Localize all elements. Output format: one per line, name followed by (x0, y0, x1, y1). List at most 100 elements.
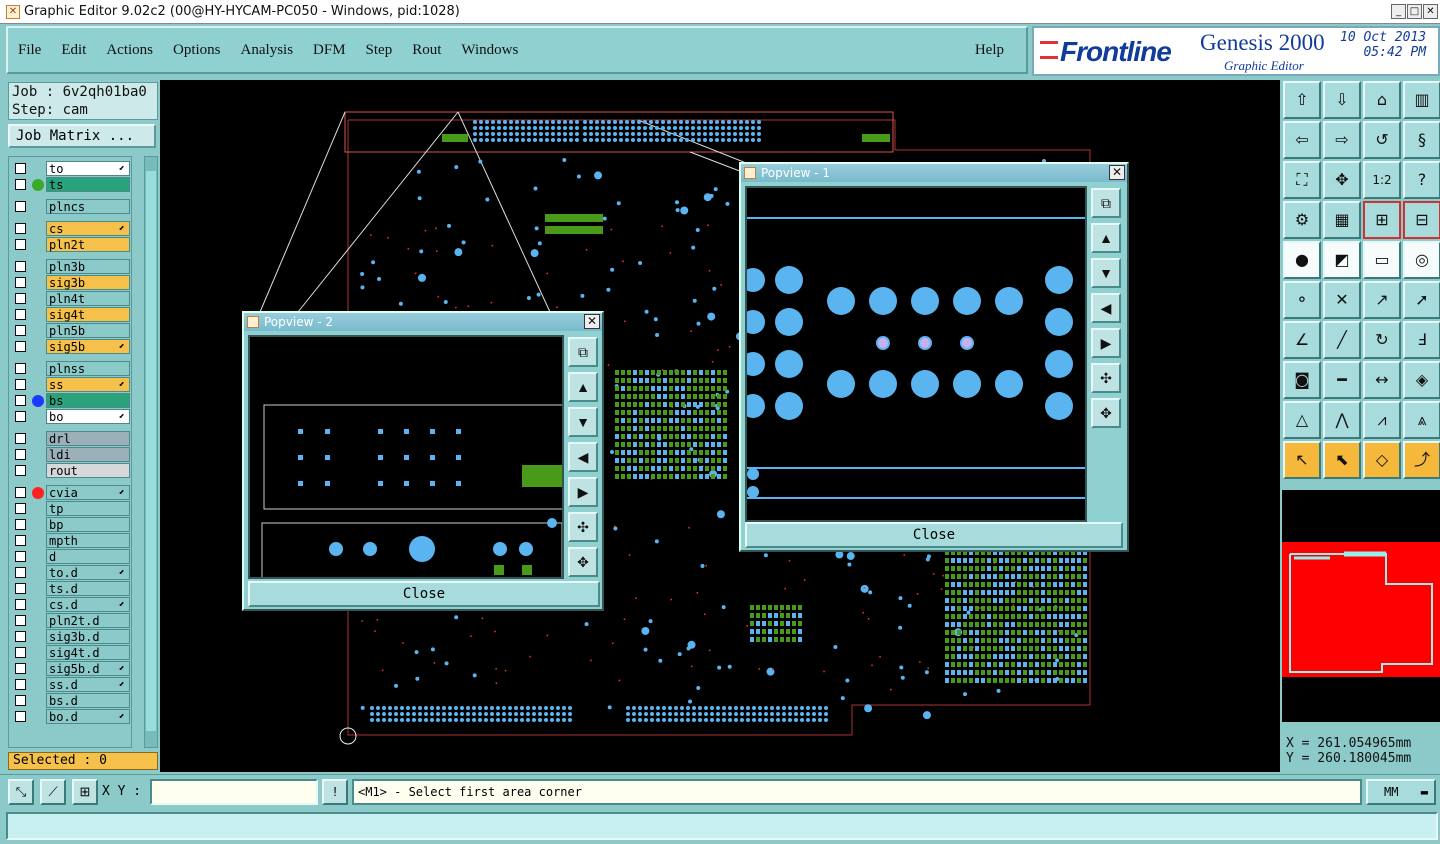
tool-select-icon[interactable]: ● (1283, 241, 1321, 279)
menu-edit[interactable]: Edit (51, 42, 96, 59)
tool-scale-1-2-icon[interactable]: 1:2 (1363, 161, 1401, 199)
layer-name[interactable]: sig5b ⬋ (46, 339, 130, 354)
tool-peak-alt-icon[interactable]: ⩘ (1363, 401, 1401, 439)
layer-name[interactable]: drl (46, 431, 130, 446)
tool-pan-left-icon[interactable]: ⇦ (1283, 121, 1321, 159)
layer-row-pln2t[interactable]: pln2t (9, 237, 133, 252)
tool-pointer-box-icon[interactable]: ⬉ (1323, 441, 1361, 479)
tool-grid-icon[interactable]: ▦ (1323, 201, 1361, 239)
tool-target-icon[interactable]: ◎ (1403, 241, 1440, 279)
pv-pan-left-icon[interactable]: ◀ (568, 442, 598, 472)
menu-options[interactable]: Options (163, 42, 231, 59)
menu-step[interactable]: Step (356, 42, 403, 59)
pv-zoom-out-icon[interactable]: ✥ (568, 547, 598, 577)
layer-row-pln4t[interactable]: pln4t (9, 291, 133, 306)
layer-row-rout[interactable]: rout (9, 463, 133, 478)
menu-analysis[interactable]: Analysis (231, 42, 304, 59)
tool-zoom-area-icon[interactable]: ✥ (1323, 161, 1361, 199)
tool-layer-icon[interactable]: ⊞ (1363, 201, 1401, 239)
layer-checkbox[interactable] (15, 615, 26, 626)
menu-rout[interactable]: Rout (402, 42, 451, 59)
pv-pan-down-icon[interactable]: ▼ (1091, 258, 1121, 288)
layer-checkbox[interactable] (15, 679, 26, 690)
pv-pan-up-icon[interactable]: ▲ (1091, 223, 1121, 253)
layer-name[interactable]: cvia ⬋ (46, 485, 130, 500)
layer-row-bs[interactable]: bs (9, 393, 133, 408)
layer-name[interactable]: cs.d ⬋ (46, 597, 130, 612)
layer-name[interactable]: to ⬋ (46, 161, 130, 176)
layer-row-to-d[interactable]: to.d ⬋ (9, 565, 133, 580)
layer-row-ts[interactable]: ts (9, 177, 133, 192)
layer-row-sig5b[interactable]: sig5b ⬋ (9, 339, 133, 354)
tool-text-icon[interactable]: Ⅎ (1403, 321, 1440, 359)
grid-snap-icon[interactable]: ⊞ (72, 779, 98, 805)
layer-row-sig5b-d[interactable]: sig5b.d ⬋ (9, 661, 133, 676)
tool-pad-icon[interactable]: ◙ (1283, 361, 1321, 399)
pv-zoom-in-icon[interactable]: ✣ (1091, 363, 1121, 393)
layer-name[interactable]: pln5b (46, 323, 130, 338)
tool-pointer-diamond-icon[interactable]: ◇ (1363, 441, 1401, 479)
tool-redraw-icon[interactable]: ↺ (1363, 121, 1401, 159)
tool-shapes-icon[interactable]: ◈ (1403, 361, 1440, 399)
layer-name[interactable]: sig4t.d (46, 645, 130, 660)
menu-help[interactable]: Help (965, 42, 1014, 59)
close-window-button[interactable]: ✕ (1423, 4, 1438, 19)
layer-scrollbar[interactable] (144, 156, 158, 748)
pv-zoom-in-icon[interactable]: ✣ (568, 512, 598, 542)
layer-name[interactable]: sig3b.d (46, 629, 130, 644)
exclamation-button[interactable]: ! (322, 779, 348, 805)
tool-trace-icon[interactable]: ━ (1323, 361, 1361, 399)
layer-name[interactable]: sig5b.d ⬋ (46, 661, 130, 676)
layer-name[interactable]: rout (46, 463, 130, 478)
tool-peak-line-icon[interactable]: ⩓ (1403, 401, 1440, 439)
layer-checkbox[interactable] (15, 261, 26, 272)
tool-slash-icon[interactable]: ╱ (1323, 321, 1361, 359)
tool-dimension-icon[interactable]: ↔ (1363, 361, 1401, 399)
tool-triangle-icon[interactable]: △ (1283, 401, 1321, 439)
layer-checkbox[interactable] (15, 663, 26, 674)
layer-checkbox[interactable] (15, 341, 26, 352)
tool-connect-icon[interactable]: ⚬ (1283, 281, 1321, 319)
layer-name[interactable]: to.d ⬋ (46, 565, 130, 580)
layer-checkbox[interactable] (15, 535, 26, 546)
layer-row-pln3b[interactable]: pln3b (9, 259, 133, 274)
layer-name[interactable]: bp (46, 517, 130, 532)
tool-zoom-home-icon[interactable]: ⇧ (1283, 81, 1321, 119)
tool-zoom-fit-icon[interactable]: ⛶ (1283, 161, 1321, 199)
tool-snap-icon[interactable]: § (1403, 121, 1440, 159)
layer-name[interactable]: plncs (46, 199, 130, 214)
layer-name[interactable]: ss ⬋ (46, 377, 130, 392)
layer-checkbox[interactable] (15, 503, 26, 514)
job-matrix-button[interactable]: Job Matrix ... (8, 124, 156, 148)
layer-checkbox[interactable] (15, 433, 26, 444)
pv-pan-down-icon[interactable]: ▼ (568, 407, 598, 437)
layer-row-bp[interactable]: bp (9, 517, 133, 532)
layer-checkbox[interactable] (15, 411, 26, 422)
pv-pan-right-icon[interactable]: ▶ (1091, 328, 1121, 358)
popview-2-view[interactable] (248, 335, 565, 584)
layer-checkbox[interactable] (15, 363, 26, 374)
measure-icon[interactable]: ⟋ (40, 779, 66, 805)
tool-ruler-icon[interactable]: ▭ (1363, 241, 1401, 279)
layer-row-bs-d[interactable]: bs.d (9, 693, 133, 708)
layer-row-ss[interactable]: ss ⬋ (9, 377, 133, 392)
tool-layer-alt-icon[interactable]: ⊟ (1403, 201, 1440, 239)
popview-1-close-button[interactable]: Close (745, 522, 1123, 548)
pv-zoom-fit-icon[interactable]: ⧉ (568, 337, 598, 367)
layer-checkbox[interactable] (15, 379, 26, 390)
layer-row-tp[interactable]: tp (9, 501, 133, 516)
layer-checkbox[interactable] (15, 293, 26, 304)
minimap[interactable] (1282, 542, 1440, 677)
layer-row-cs-d[interactable]: cs.d ⬋ (9, 597, 133, 612)
layer-row-pln5b[interactable]: pln5b (9, 323, 133, 338)
popview-2-close-x[interactable]: ✕ (584, 314, 600, 329)
layer-checkbox[interactable] (15, 239, 26, 250)
layer-row-ldi[interactable]: ldi (9, 447, 133, 462)
tool-peak-icon[interactable]: ⋀ (1323, 401, 1361, 439)
layer-name[interactable]: ss.d ⬋ (46, 677, 130, 692)
layer-row-d[interactable]: d (9, 549, 133, 564)
layer-name[interactable]: mpth (46, 533, 130, 548)
layer-name[interactable]: cs ⬋ (46, 221, 130, 236)
tool-route-icon[interactable]: ⤴ (1403, 441, 1440, 479)
resize-icon[interactable]: ⤡ (8, 779, 34, 805)
